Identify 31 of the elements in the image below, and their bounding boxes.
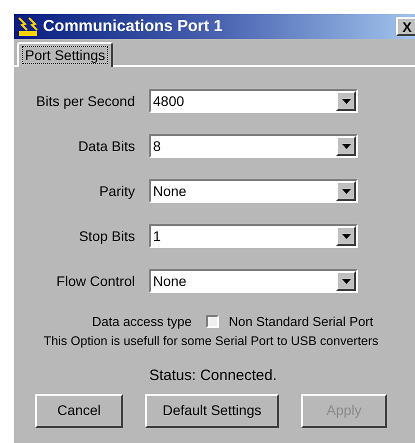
caret-icon [342,278,350,284]
caret-icon [342,144,350,148]
tab[interactable]: Port Settings [17,42,114,67]
caret-icon [342,188,350,194]
caret-icon [342,98,350,104]
option-label: Data access type [92,313,192,331]
dropdown-button[interactable] [336,136,356,156]
lightning-logo-icon [17,16,39,36]
field-label: Data Bits [77,136,136,156]
dropdown-button[interactable] [336,271,356,291]
dropdown-field[interactable]: 1 [149,224,358,248]
close-button[interactable]: X [396,17,415,36]
dropdown-field[interactable]: 4800 [149,89,358,113]
dropdown-button[interactable] [336,226,356,246]
field-label: Bits per Second [35,92,136,111]
dialog-button[interactable]: Cancel [35,394,123,428]
checkbox[interactable] [206,315,219,328]
field-label: Stop Bits [78,226,136,246]
field-label: Parity [98,182,136,201]
status-text: Status: Connected. [149,366,277,386]
dropdown-field[interactable]: 8 [149,134,358,158]
window-title: Communications Port 1 [43,16,223,36]
caret-icon [342,234,350,238]
dropdown-button[interactable] [336,181,356,201]
dropdown-field[interactable]: None [149,179,358,203]
checkbox-label: Non Standard Serial Port [228,313,374,331]
dialog-button[interactable]: Default Settings [145,394,279,428]
note-text: This Option is usefull for some Serial Port to USB converters [44,332,378,350]
dropdown-button[interactable] [336,91,356,111]
field-label: Flow Control [55,272,136,290]
dropdown-field[interactable]: None [149,269,358,293]
